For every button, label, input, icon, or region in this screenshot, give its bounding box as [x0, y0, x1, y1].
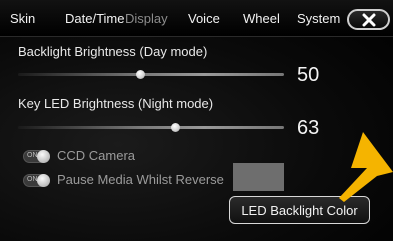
close-button[interactable] — [347, 9, 390, 30]
ccd-camera-label: CCD Camera — [57, 148, 136, 163]
tab-system[interactable]: System — [297, 11, 340, 26]
close-x-icon — [362, 13, 375, 26]
pointer-arrow-icon — [339, 132, 393, 202]
backlight-brightness-label: Backlight Brightness (Day mode) — [18, 44, 208, 59]
toggle-state-text: ON — [27, 152, 38, 159]
settings-screen: Skin Date/Time Display Voice Wheel Syste… — [0, 0, 393, 241]
key-led-brightness-label: Key LED Brightness (Night mode) — [18, 96, 214, 111]
key-led-brightness-slider[interactable] — [18, 123, 284, 132]
toggle-knob — [37, 174, 50, 187]
tab-voice[interactable]: Voice — [188, 11, 220, 26]
backlight-slider-thumb[interactable] — [136, 70, 146, 79]
backlight-brightness-slider[interactable] — [18, 70, 284, 79]
pause-media-label: Pause Media Whilst Reverse — [57, 172, 224, 187]
toggle-knob — [37, 150, 50, 163]
pause-media-toggle[interactable]: ON — [23, 174, 50, 187]
key-led-brightness-value: 63 — [297, 117, 320, 139]
toggle-state-text: ON — [27, 176, 38, 183]
ccd-camera-toggle[interactable]: ON — [23, 150, 50, 163]
backlight-color-swatch[interactable] — [233, 163, 284, 191]
key-led-slider-thumb[interactable] — [170, 123, 180, 132]
tab-display[interactable]: Display — [125, 11, 168, 26]
tab-skin[interactable]: Skin — [10, 11, 35, 26]
tab-wheel[interactable]: Wheel — [243, 11, 280, 26]
tab-bar: Skin Date/Time Display Voice Wheel Syste… — [0, 0, 393, 37]
tab-date-time[interactable]: Date/Time — [65, 11, 124, 26]
backlight-brightness-value: 50 — [297, 64, 320, 86]
